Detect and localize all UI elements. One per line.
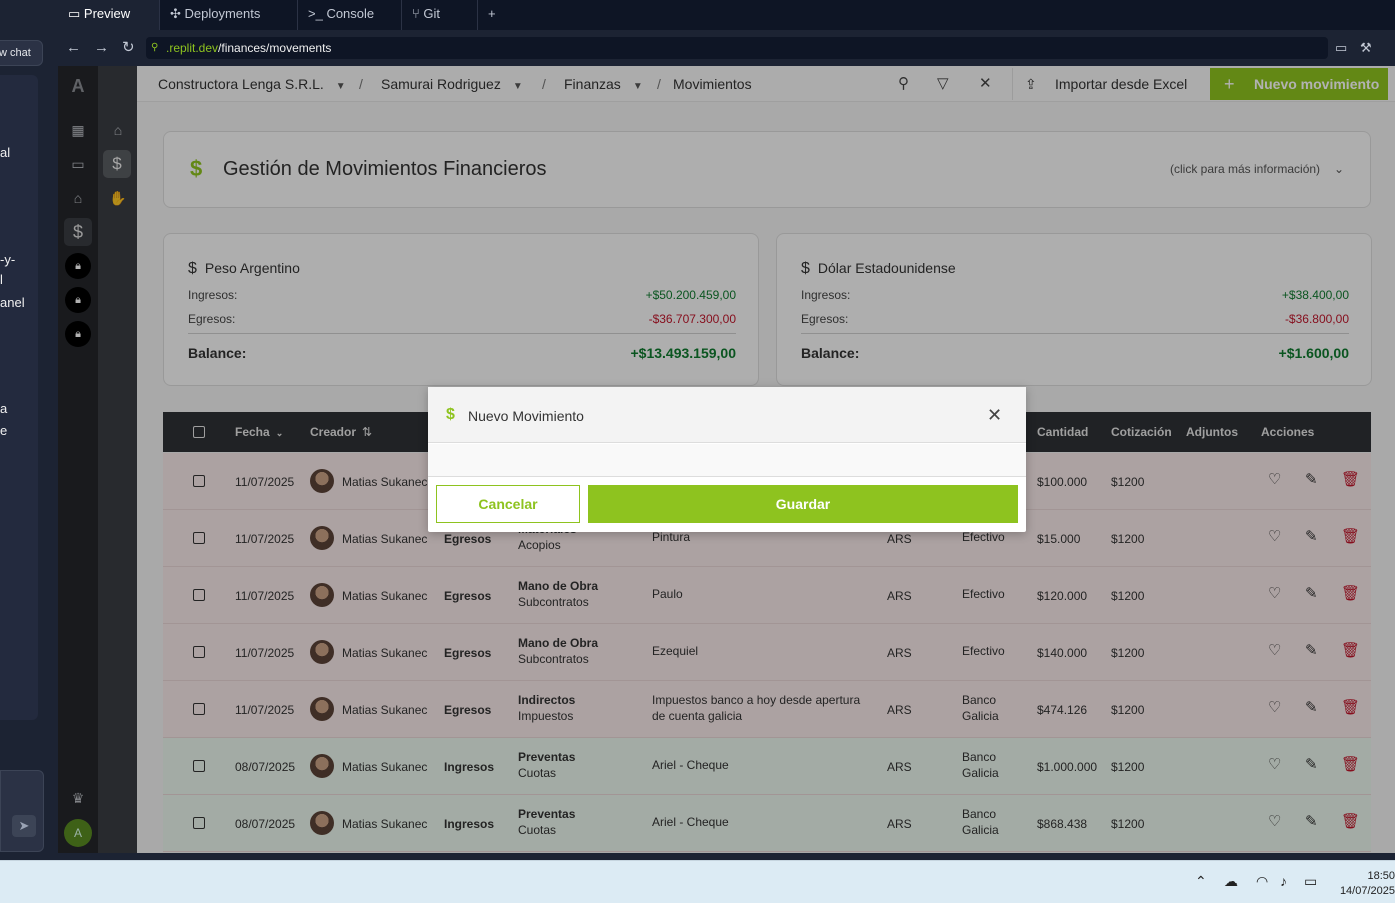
cancel-button[interactable]: Cancelar xyxy=(436,485,580,523)
new-chat-button[interactable]: w chat xyxy=(0,40,43,66)
new-tab-button[interactable]: + xyxy=(478,0,512,30)
link-icon: ⚲ xyxy=(151,42,159,53)
back-arrow-icon[interactable]: ← xyxy=(66,30,81,66)
tab-label: Console xyxy=(326,6,375,21)
url-domain: .replit.dev xyxy=(166,41,219,55)
wifi-icon[interactable]: ◠ xyxy=(1256,873,1268,890)
dollar-icon: $ xyxy=(446,406,455,423)
chevron-up-icon[interactable]: ⌃ xyxy=(1195,873,1207,890)
send-icon[interactable]: ➤ xyxy=(12,815,36,837)
volume-icon[interactable]: ♪ xyxy=(1280,873,1287,889)
chat-text-fragment: e xyxy=(0,423,8,438)
chat-composer[interactable] xyxy=(0,770,44,852)
system-clock[interactable]: 18:50 14/07/2025 xyxy=(1337,869,1395,899)
tab-label: Preview xyxy=(83,6,131,21)
tab-preview[interactable]: ▭ Preview xyxy=(58,0,160,30)
chat-text-fragment: -y- xyxy=(0,252,16,267)
chat-text-fragment: a xyxy=(0,401,8,416)
tab-git[interactable]: ⑂ Git xyxy=(402,0,478,30)
chat-text-fragment: anel xyxy=(0,295,25,310)
clock-date: 14/07/2025 xyxy=(1339,885,1395,897)
chat-message-area: al -y- l anel a e xyxy=(0,75,38,720)
monitor-icon: ▭ xyxy=(68,6,84,21)
modal-title: Nuevo Movimiento xyxy=(468,408,584,424)
tab-label: Git xyxy=(423,6,441,21)
url-path: /finances/movements xyxy=(218,41,332,55)
modal-body xyxy=(428,444,1026,477)
deploy-icon: ✣ xyxy=(170,6,185,21)
terminal-icon: >_ xyxy=(308,6,327,21)
tab-label: Deployments xyxy=(184,6,261,21)
os-taskbar: ⌃ ☁ ◠ ♪ ▭ xyxy=(0,860,1395,903)
git-icon: ⑂ xyxy=(412,6,424,21)
chat-text-fragment: al xyxy=(0,145,11,160)
reload-icon[interactable]: ↻ xyxy=(122,30,135,66)
url-input[interactable]: ⚲ .replit.dev/finances/movements xyxy=(146,37,1328,59)
tab-deployments[interactable]: ✣ Deployments xyxy=(160,0,298,30)
save-button[interactable]: Guardar xyxy=(588,485,1018,523)
tab-console[interactable]: >_ Console xyxy=(298,0,402,30)
battery-icon[interactable]: ▭ xyxy=(1304,873,1317,890)
close-icon[interactable]: ✕ xyxy=(987,405,1002,426)
wrench-icon[interactable]: ⚒ xyxy=(1360,30,1372,66)
device-icon[interactable]: ▭ xyxy=(1335,30,1347,66)
cloud-icon[interactable]: ☁ xyxy=(1224,873,1238,890)
chat-text-fragment: l xyxy=(0,272,3,287)
clock-time: 18:50 xyxy=(1367,870,1395,882)
ide-tab-bar: ▭ Preview ✣ Deployments >_ Console ⑂ Git… xyxy=(58,0,1395,30)
forward-arrow-icon[interactable]: → xyxy=(94,30,109,66)
